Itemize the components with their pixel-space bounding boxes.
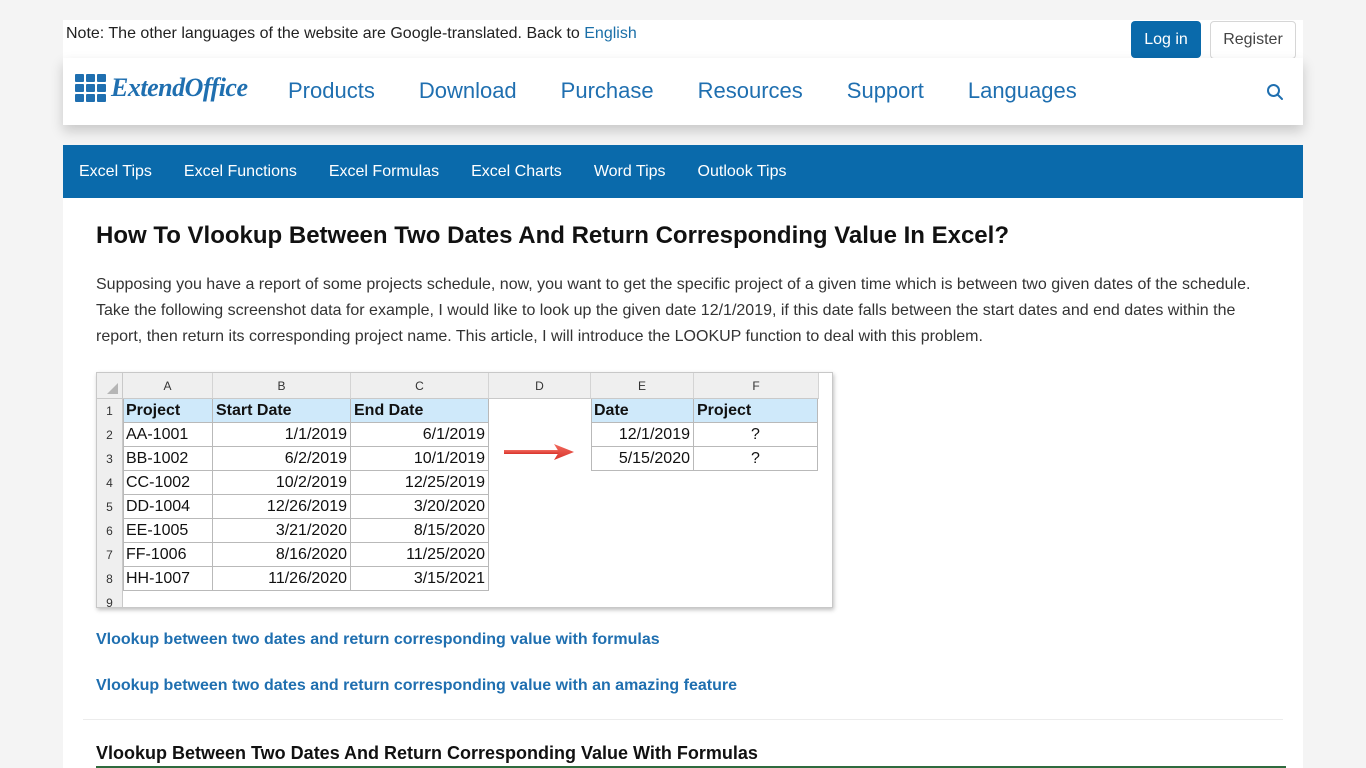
nav-support[interactable]: Support [847,78,924,104]
section-divider [83,719,1283,720]
column-header-a: A [123,373,213,399]
table1-cell: 10/2/2019 [213,471,351,495]
table1-cell: BB-1002 [123,447,213,471]
main-nav: Products Download Purchase Resources Sup… [288,78,1121,104]
right-arrow-icon [504,444,574,460]
section-heading: Vlookup Between Two Dates And Return Cor… [96,743,758,763]
table1-cell: 3/15/2021 [351,567,489,591]
table1-cell: 8/16/2020 [213,543,351,567]
table1-cell: 6/1/2019 [351,423,489,447]
table1-cell: HH-1007 [123,567,213,591]
column-header-d: D [489,373,591,399]
nav-products[interactable]: Products [288,78,375,104]
subnav-excel-tips[interactable]: Excel Tips [79,163,152,181]
login-button[interactable]: Log in [1131,21,1201,58]
table1-cell: AA-1001 [123,423,213,447]
site-header: ExtendOffice Products Download Purchase … [63,58,1303,125]
table2-cell: 5/15/2020 [591,447,694,471]
article-toc: Vlookup between two dates and return cor… [96,631,737,723]
table1-cell: CC-1002 [123,471,213,495]
register-button[interactable]: Register [1210,21,1296,59]
column-header-f: F [694,373,819,399]
table-left-border [123,399,124,591]
article-title: How To Vlookup Between Two Dates And Ret… [96,222,1009,249]
extendoffice-logo[interactable]: ExtendOffice [75,73,248,103]
article-intro: Supposing you have a report of some proj… [96,276,1251,345]
nav-purchase[interactable]: Purchase [561,78,654,104]
table2-cell: ? [694,447,818,471]
table1-cell: 10/1/2019 [351,447,489,471]
row-header-6: 6 [97,519,123,543]
table1-cell: FF-1006 [123,543,213,567]
select-all-corner [97,373,123,399]
row-header-8: 8 [97,567,123,591]
table1-cell: 3/20/2020 [351,495,489,519]
table1-cell: 12/25/2019 [351,471,489,495]
row-header-4: 4 [97,471,123,495]
table1-cell: 11/25/2020 [351,543,489,567]
note-text: Note: The other languages of the website… [66,25,585,42]
logo-text: ExtendOffice [111,73,248,102]
column-header-b: B [213,373,351,399]
subnav-word-tips[interactable]: Word Tips [594,163,666,181]
table1-header-cell: Start Date [213,399,351,423]
row-header-2: 2 [97,423,123,447]
nav-download[interactable]: Download [419,78,517,104]
nav-resources[interactable]: Resources [698,78,803,104]
row-header-9: 9 [97,591,123,607]
column-header-c: C [351,373,489,399]
nav-languages[interactable]: Languages [968,78,1077,104]
table1-cell: 6/2/2019 [213,447,351,471]
row-header-7: 7 [97,543,123,567]
subnav-excel-charts[interactable]: Excel Charts [471,163,562,181]
row-header-1: 1 [97,399,123,423]
table2-header-cell: Date [591,399,694,423]
table1-header-cell: End Date [351,399,489,423]
table2-cell: ? [694,423,818,447]
row-header-5: 5 [97,495,123,519]
table1-cell: 3/21/2020 [213,519,351,543]
table1-header-cell: Project [123,399,213,423]
row-header-3: 3 [97,447,123,471]
table2-cell: 12/1/2019 [591,423,694,447]
subnav-excel-functions[interactable]: Excel Functions [184,163,297,181]
language-note-bar: Note: The other languages of the website… [63,20,1303,60]
table-left-border [591,399,592,471]
table1-cell: EE-1005 [123,519,213,543]
toc-link-feature[interactable]: Vlookup between two dates and return cor… [96,677,737,695]
table1-cell: 8/15/2020 [351,519,489,543]
spreadsheet-screenshot: A B C D E F 1 2 3 4 5 6 7 8 9 Project Start Date End Date… [96,372,833,608]
toc-link-formulas[interactable]: Vlookup between two dates and return cor… [96,631,737,649]
subnav-outlook-tips[interactable]: Outlook Tips [698,163,787,181]
language-note: Note: The other languages of the website… [66,25,637,43]
table1-cell: 11/26/2020 [213,567,351,591]
column-header-e: E [591,373,694,399]
table2-header-cell: Project [694,399,818,423]
table1-cell: 12/26/2019 [213,495,351,519]
article-content: How To Vlookup Between Two Dates And Ret… [63,198,1303,768]
table1-cell: DD-1004 [123,495,213,519]
search-icon[interactable] [1266,83,1284,101]
table1-cell: 1/1/2019 [213,423,351,447]
subnav-excel-formulas[interactable]: Excel Formulas [329,163,439,181]
english-link[interactable]: English [584,25,636,42]
category-nav: Excel Tips Excel Functions Excel Formula… [63,145,1303,198]
logo-grid-icon [75,74,106,102]
